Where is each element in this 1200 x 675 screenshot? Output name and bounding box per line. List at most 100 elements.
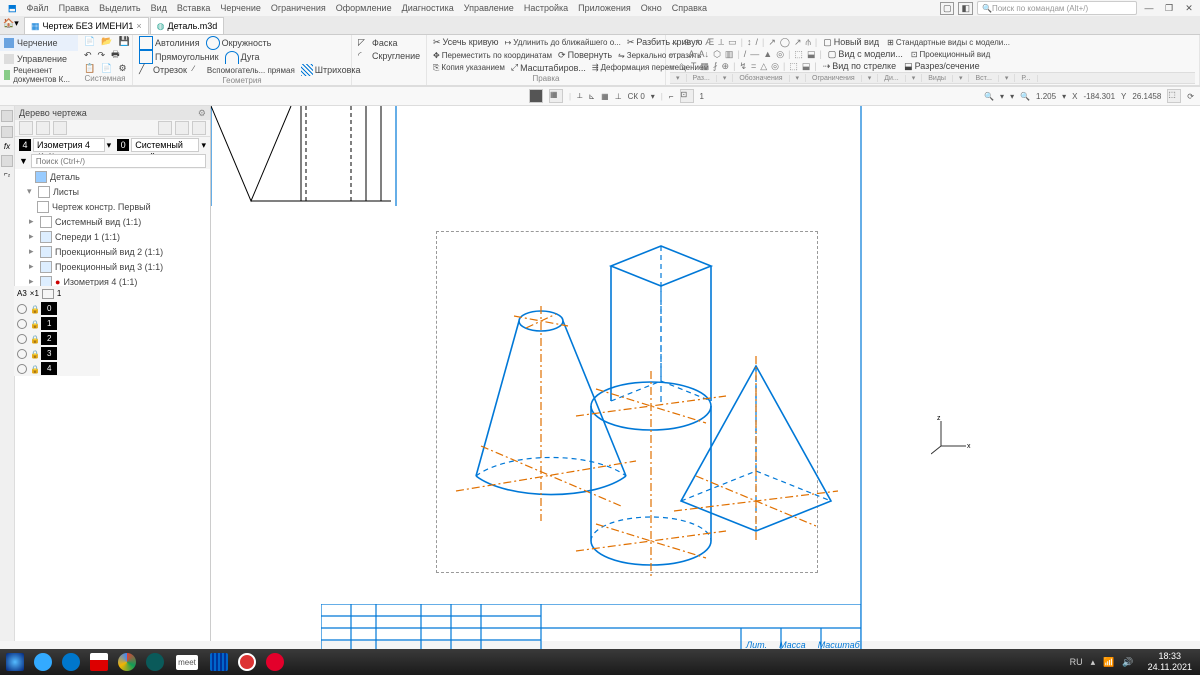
open-button[interactable]: 📂 [99, 36, 114, 47]
copy-point-button[interactable]: ⎘Копия указанием [431, 63, 507, 73]
layout-icon2[interactable]: ◧ [958, 2, 973, 15]
auxline-button[interactable]: ∕Вспомогатель... прямая [191, 64, 297, 76]
layer-row[interactable]: 🔒2 [14, 331, 100, 346]
tree-item-sheet1[interactable]: Чертеж констр. Первый [15, 199, 210, 214]
layer-row[interactable]: 🔒1 [14, 316, 100, 331]
tray-arrow-icon[interactable]: ▴ [1091, 657, 1096, 668]
section-view-button[interactable]: ⬓ Разрез/сечение [902, 61, 982, 72]
mode-reviewer[interactable]: Рецензент документов К... [0, 67, 78, 83]
start-button[interactable] [2, 651, 28, 673]
active-view-selector[interactable]: 4Изометрия 4 (1:1)▾ 0Системный слой▾ [15, 137, 210, 153]
task-wmp[interactable] [58, 651, 84, 673]
tree-item-proj2[interactable]: ▸Проекционный вид 2 (1:1) [15, 244, 210, 259]
rect-button[interactable]: Прямоугольник [137, 50, 221, 64]
menu-file[interactable]: Файл [22, 2, 54, 14]
format-row[interactable]: A3×11 [14, 286, 100, 301]
rotate-button[interactable]: ⟳Повернуть [556, 50, 614, 61]
minimize-button[interactable]: — [1141, 1, 1157, 15]
fx-rail-icon[interactable]: fx [4, 142, 10, 151]
home-icon[interactable]: 🏠▾ [3, 18, 19, 29]
menu-window[interactable]: Окно [636, 2, 667, 14]
extend-button[interactable]: ↦Удлинить до ближайшего о... [503, 38, 623, 47]
snap-icon[interactable]: ▦ [549, 89, 563, 103]
redo-button[interactable]: ↷ [96, 50, 108, 61]
menu-apps[interactable]: Приложения [573, 2, 636, 14]
undo-button[interactable]: ↶ [82, 50, 94, 61]
menu-help[interactable]: Справка [667, 2, 712, 14]
trim-button[interactable]: ✂Усечь кривую [431, 37, 501, 48]
menu-manage[interactable]: Управление [459, 2, 519, 14]
copy-button[interactable]: 📋 [82, 63, 97, 74]
task-kompas[interactable] [142, 651, 168, 673]
zoom-icon[interactable]: 🔍 [1020, 92, 1030, 101]
layer-row[interactable]: 🔒4 [14, 361, 100, 376]
new-view-button[interactable]: ▢ Новый вид [821, 37, 881, 48]
vars-rail-icon[interactable] [1, 155, 13, 167]
new-button[interactable]: 📄 [82, 36, 97, 47]
tree-search-input[interactable] [31, 154, 206, 168]
task-opera[interactable] [262, 651, 288, 673]
proj-view-button[interactable]: ⊡ Проекционный вид [909, 50, 992, 59]
cs-label[interactable]: СК 0 [628, 92, 645, 101]
segment-button[interactable]: ╱Отрезок [137, 64, 189, 76]
scale-value[interactable]: 1 [700, 92, 704, 101]
task-chrome[interactable] [114, 651, 140, 673]
scale-button[interactable]: ⤢Масштабиров... [509, 62, 588, 73]
chamfer-button[interactable]: ◸Фаска [356, 37, 400, 49]
lang-indicator[interactable]: RU [1070, 657, 1083, 667]
paste-button[interactable]: 📄 [99, 63, 114, 74]
task-app1[interactable] [206, 651, 232, 673]
fillet-button[interactable]: ◜Скругление [356, 50, 422, 62]
task-save[interactable] [86, 651, 112, 673]
model-view-button[interactable]: ▢ Вид с модели... [826, 49, 905, 60]
tab-drawing[interactable]: ▦Чертеж БЕЗ ИМЕНИ1× [24, 17, 149, 34]
zoom-fit-icon[interactable]: 🔍 [984, 92, 994, 101]
layer-row[interactable]: 🔒0 [14, 301, 100, 316]
tree-item-sheets[interactable]: ▾Листы [15, 184, 210, 199]
menu-view[interactable]: Вид [146, 2, 172, 14]
mode-manage[interactable]: Управление [0, 51, 78, 67]
network-icon[interactable]: 📶 [1103, 657, 1114, 668]
dim-icon[interactable]: ↔ [670, 37, 679, 47]
tree-item-front[interactable]: ▸Спереди 1 (1:1) [15, 229, 210, 244]
task-app2[interactable] [234, 651, 260, 673]
filter-icon[interactable]: ▼ [19, 156, 28, 166]
clock[interactable]: 18:3324.11.2021 [1142, 651, 1198, 673]
drawing-canvas[interactable]: z x Лит.МассаМасштаб [211, 106, 1200, 641]
close-button[interactable]: ✕ [1181, 1, 1197, 15]
menu-drawing[interactable]: Черчение [215, 2, 266, 14]
volume-icon[interactable]: 🔊 [1122, 657, 1133, 668]
close-icon[interactable]: × [136, 21, 141, 31]
menu-diagnostics[interactable]: Диагностика [397, 2, 459, 14]
tree-item-proj3[interactable]: ▸Проекционный вид 3 (1:1) [15, 259, 210, 274]
arrow-view-button[interactable]: ⇢ Вид по стрелке [821, 61, 898, 72]
gear-icon[interactable]: ⚙ [198, 108, 206, 119]
props-button[interactable]: ⚙ [116, 63, 128, 74]
l2-rail-icon[interactable]: ⌐₂ [4, 171, 11, 178]
save-button[interactable]: 💾 [116, 36, 131, 47]
tab-part[interactable]: ◍Деталь.m3d [150, 17, 225, 34]
autoline-button[interactable]: Автолиния [137, 36, 202, 50]
layout-icon[interactable]: ▢ [940, 2, 955, 15]
menu-insert[interactable]: Вставка [172, 2, 215, 14]
print-button[interactable]: 🖶 [109, 47, 122, 63]
tree-item-part[interactable]: Деталь [15, 169, 210, 184]
menu-constraints[interactable]: Ограничения [266, 2, 331, 14]
task-ie[interactable] [30, 651, 56, 673]
tree-rail-icon[interactable] [1, 110, 13, 122]
maximize-button[interactable]: ❐ [1161, 1, 1177, 15]
grid-icon[interactable] [529, 89, 543, 103]
arc-button[interactable]: Дуга [223, 51, 262, 64]
menu-settings[interactable]: Настройка [519, 2, 573, 14]
task-meet[interactable]: meet [170, 651, 204, 673]
std-views-button[interactable]: ⊞ Стандартные виды с модели... [885, 38, 1012, 47]
menu-design[interactable]: Оформление [331, 2, 397, 14]
menu-select[interactable]: Выделить [94, 2, 146, 14]
tree-item-sysview[interactable]: ▸Системный вид (1:1) [15, 214, 210, 229]
menu-edit[interactable]: Правка [54, 2, 94, 14]
mode-drawing[interactable]: Черчение [0, 35, 78, 51]
move-button[interactable]: ✥Переместить по координатам [431, 51, 554, 60]
command-search[interactable]: 🔍 Поиск по командам (Alt+/) [977, 1, 1137, 15]
layer-row[interactable]: 🔒3 [14, 346, 100, 361]
circle-button[interactable]: Окружность [204, 36, 274, 50]
